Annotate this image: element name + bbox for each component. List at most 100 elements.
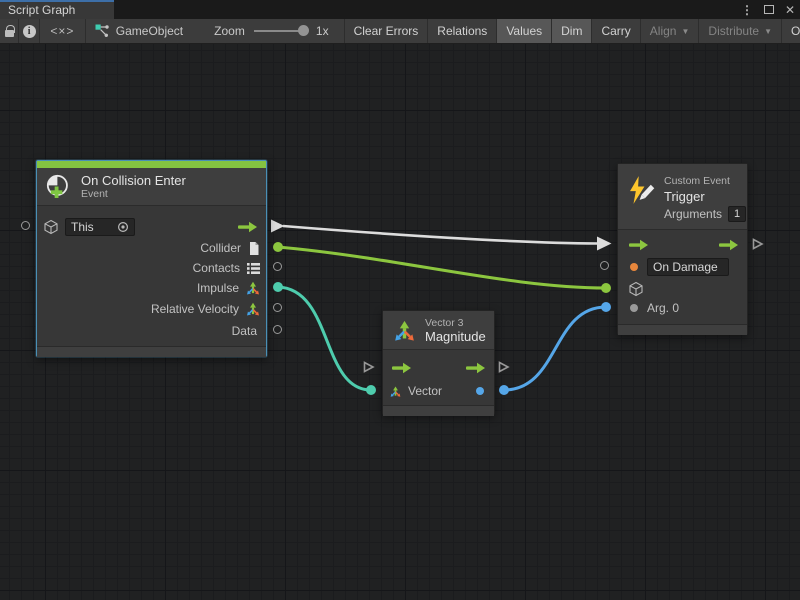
cube-icon [43, 219, 59, 235]
node-vector3-magnitude[interactable]: Vector 3 Magnitude Vector [382, 310, 495, 415]
port-row-event-name: On Damage [624, 257, 742, 277]
lock-button[interactable] [0, 19, 19, 43]
close-icon[interactable]: ✕ [785, 3, 795, 17]
collider-file-icon [247, 241, 261, 256]
node-title: Magnitude [425, 329, 486, 344]
code-view-button[interactable]: <×> [40, 19, 86, 43]
zoom-slider-handle[interactable] [298, 25, 309, 36]
flow-in-arrow-icon [628, 239, 649, 251]
flow-out-arrow-icon [465, 362, 486, 374]
carry-toggle-button[interactable]: Carry [592, 19, 640, 43]
float-type-icon [476, 387, 484, 395]
port-magnitude-flow-input[interactable] [362, 360, 375, 374]
vector3-icon [392, 318, 417, 343]
window-menu-icon[interactable]: ⋮ [741, 3, 753, 17]
node-footer [383, 405, 494, 416]
port-label: Data [232, 324, 257, 338]
port-row-impulse: Impulse [43, 278, 261, 298]
port-row-contacts: Contacts [43, 258, 261, 278]
maximize-icon[interactable] [764, 5, 774, 14]
flow-out-arrow-icon [237, 221, 258, 233]
port-label: Arg. 0 [647, 301, 679, 315]
port-magnitude-vector-input[interactable] [366, 385, 376, 395]
values-toggle-button[interactable]: Values [497, 19, 552, 43]
node-kind-label: Vector 3 [425, 317, 486, 329]
port-collider-output[interactable] [273, 242, 283, 252]
node-title: Trigger [664, 189, 746, 204]
target-picker-icon[interactable] [117, 221, 129, 233]
port-label: Collider [200, 241, 241, 255]
port-row-collider: Collider [43, 238, 261, 258]
port-data-output[interactable] [273, 325, 282, 334]
window-titlebar: Script Graph ⋮ ✕ [0, 0, 800, 19]
node-header: Vector 3 Magnitude [383, 311, 494, 350]
distribute-dropdown[interactable]: Distribute ▼ [699, 19, 782, 43]
port-row-target [624, 279, 742, 299]
lock-icon [5, 26, 14, 37]
port-row-arg0: Arg. 0 [624, 298, 742, 318]
string-type-icon [630, 263, 638, 271]
chevron-down-icon: ▼ [764, 27, 772, 36]
tab-label: Script Graph [8, 3, 75, 17]
event-name-field[interactable]: On Damage [647, 258, 729, 276]
vector3-icon [389, 385, 402, 398]
object-type-icon [630, 304, 638, 312]
relations-button[interactable]: Relations [428, 19, 497, 43]
node-subtitle: Event [81, 188, 186, 200]
target-row: This [43, 217, 261, 237]
dim-toggle-button[interactable]: Dim [552, 19, 592, 43]
arguments-label: Arguments [664, 207, 722, 221]
window-controls: ⋮ ✕ [741, 0, 795, 19]
port-trigger-target-input[interactable] [601, 283, 611, 293]
target-field-value: This [71, 220, 94, 234]
flow-row [389, 358, 489, 378]
code-view-icon: <×> [50, 24, 74, 38]
chevron-down-icon: ▼ [681, 27, 689, 36]
port-trigger-name-input[interactable] [600, 261, 609, 270]
port-magnitude-result-output[interactable] [499, 385, 509, 395]
event-accent-bar [37, 161, 266, 168]
gameobject-icon [95, 24, 109, 38]
port-magnitude-flow-output[interactable] [497, 360, 510, 374]
tab-script-graph[interactable]: Script Graph [0, 0, 114, 19]
port-label: Impulse [197, 281, 239, 295]
custom-event-icon [626, 175, 656, 205]
flow-in-arrow-icon [391, 362, 412, 374]
node-header: On Collision Enter Event [37, 168, 266, 206]
zoom-value: 1x [316, 24, 329, 38]
port-collision-target-input[interactable] [21, 221, 30, 230]
target-field[interactable]: This [65, 218, 135, 236]
vector3-icon [245, 301, 261, 317]
graph-toolbar: <×> GameObject Zoom 1x Clear Errors Rela… [0, 19, 800, 44]
zoom-label: Zoom [214, 24, 245, 38]
port-row-relative-velocity: Relative Velocity [43, 299, 261, 319]
info-button[interactable] [19, 19, 40, 43]
node-kind-label: Custom Event [664, 175, 746, 187]
list-icon [246, 262, 261, 275]
node-on-collision-enter[interactable]: On Collision Enter Event This [36, 160, 267, 357]
node-header: Custom Event Trigger Arguments 1 [618, 164, 747, 230]
port-relative-velocity-output[interactable] [273, 303, 282, 312]
port-trigger-flow-output[interactable] [751, 237, 764, 251]
overview-button[interactable]: Overview [782, 19, 800, 43]
flow-row [624, 235, 742, 255]
align-label: Align [650, 24, 677, 38]
flow-out-arrow-icon [718, 239, 739, 251]
zoom-slider[interactable] [254, 30, 307, 32]
event-name-value: On Damage [653, 260, 718, 274]
node-footer [618, 324, 747, 335]
align-dropdown[interactable]: Align ▼ [641, 19, 700, 43]
port-impulse-output[interactable] [273, 282, 283, 292]
gameobject-reference[interactable]: GameObject [95, 19, 183, 43]
node-footer [37, 346, 266, 357]
clear-errors-button[interactable]: Clear Errors [344, 19, 429, 43]
port-contacts-output[interactable] [273, 262, 282, 271]
node-custom-event-trigger[interactable]: Custom Event Trigger Arguments 1 On Dama… [617, 163, 748, 335]
arguments-count-field[interactable]: 1 [728, 206, 746, 222]
port-trigger-arg0-input[interactable] [601, 302, 611, 312]
cube-icon [628, 281, 644, 297]
vector3-icon [245, 280, 261, 296]
gameobject-label: GameObject [116, 24, 183, 38]
port-label: Contacts [193, 261, 240, 275]
port-label: Vector [408, 384, 442, 398]
